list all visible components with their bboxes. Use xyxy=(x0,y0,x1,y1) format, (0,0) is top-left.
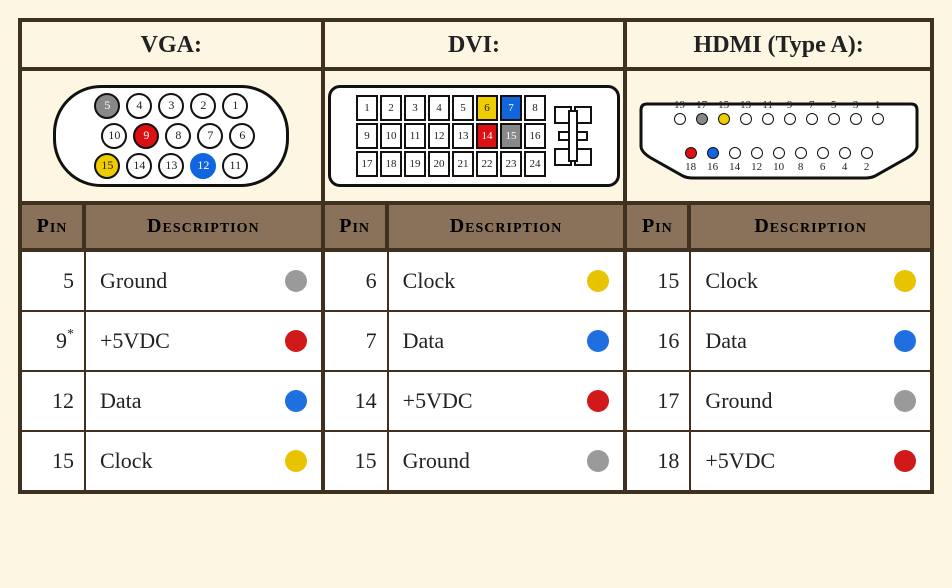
table-row: 16Data xyxy=(627,312,930,372)
color-dot-icon xyxy=(894,270,916,292)
color-dot-icon xyxy=(894,390,916,412)
hdmi-block: HDMI (Type A): 191715131197531 181614121… xyxy=(627,22,930,490)
dvi-ground-blade-icon xyxy=(554,106,592,166)
color-dot-icon xyxy=(587,270,609,292)
pin-description: Data xyxy=(691,312,930,370)
pin-description: +5VDC xyxy=(86,312,321,370)
color-dot-icon xyxy=(285,330,307,352)
dvi-diagram: 123456789101112131415161718192021222324 xyxy=(325,71,624,205)
table-row: 14+5VDC xyxy=(325,372,624,432)
pin-number: 14 xyxy=(325,372,389,430)
table-row: 15Ground xyxy=(325,432,624,490)
hdmi-title: HDMI (Type A): xyxy=(627,22,930,71)
pin-number: 9* xyxy=(22,312,86,370)
pin-description: +5VDC xyxy=(691,432,930,490)
table-row: 18+5VDC xyxy=(627,432,930,490)
pin-number: 15 xyxy=(627,252,691,310)
dvi-title: DVI: xyxy=(325,22,624,71)
color-dot-icon xyxy=(285,390,307,412)
color-dot-icon xyxy=(894,330,916,352)
vga-header: Pin Description xyxy=(22,205,321,252)
table-row: 5Ground xyxy=(22,252,321,312)
vga-connector-icon: 54321 109876 1514131211 xyxy=(53,85,289,187)
pin-header: Pin xyxy=(627,205,691,248)
vga-rows: 5Ground9*+5VDC12Data15Clock xyxy=(22,252,321,490)
dvi-connector-icon: 123456789101112131415161718192021222324 xyxy=(328,85,620,187)
pin-number: 7 xyxy=(325,312,389,370)
color-dot-icon xyxy=(587,330,609,352)
pin-number: 12 xyxy=(22,372,86,430)
color-dot-icon xyxy=(587,390,609,412)
table-row: 6Clock xyxy=(325,252,624,312)
hdmi-header: Pin Description xyxy=(627,205,930,252)
dvi-header: Pin Description xyxy=(325,205,624,252)
table-row: 17Ground xyxy=(627,372,930,432)
table-row: 15Clock xyxy=(22,432,321,490)
table-row: 7Data xyxy=(325,312,624,372)
hdmi-diagram: 191715131197531 18161412108642 xyxy=(627,71,930,205)
pin-number: 15 xyxy=(325,432,389,490)
vga-block: VGA: 54321 109876 1514131211 Pin Descrip… xyxy=(22,22,325,490)
color-dot-icon xyxy=(894,450,916,472)
pin-description: Data xyxy=(389,312,624,370)
pin-number: 5 xyxy=(22,252,86,310)
pin-number: 18 xyxy=(627,432,691,490)
vga-diagram: 54321 109876 1514131211 xyxy=(22,71,321,205)
pin-number: 15 xyxy=(22,432,86,490)
pinout-comparison-table: VGA: 54321 109876 1514131211 Pin Descrip… xyxy=(18,18,934,494)
color-dot-icon xyxy=(587,450,609,472)
hdmi-connector-icon: 191715131197531 18161412108642 xyxy=(639,86,919,186)
description-header: Description xyxy=(86,205,321,248)
pin-header: Pin xyxy=(22,205,86,248)
color-dot-icon xyxy=(285,450,307,472)
dvi-rows: 6Clock7Data14+5VDC15Ground xyxy=(325,252,624,490)
pin-number: 17 xyxy=(627,372,691,430)
hdmi-rows: 15Clock16Data17Ground18+5VDC xyxy=(627,252,930,490)
pin-description: Clock xyxy=(86,432,321,490)
dvi-block: DVI: 12345678910111213141516171819202122… xyxy=(325,22,628,490)
pin-description: Ground xyxy=(86,252,321,310)
description-header: Description xyxy=(389,205,624,248)
pin-description: Ground xyxy=(389,432,624,490)
table-row: 12Data xyxy=(22,372,321,432)
pin-header: Pin xyxy=(325,205,389,248)
table-row: 15Clock xyxy=(627,252,930,312)
pin-number: 16 xyxy=(627,312,691,370)
pin-description: +5VDC xyxy=(389,372,624,430)
pin-description: Clock xyxy=(691,252,930,310)
pin-description: Clock xyxy=(389,252,624,310)
pin-description: Data xyxy=(86,372,321,430)
pin-number: 6 xyxy=(325,252,389,310)
vga-title: VGA: xyxy=(22,22,321,71)
pin-description: Ground xyxy=(691,372,930,430)
color-dot-icon xyxy=(285,270,307,292)
table-row: 9*+5VDC xyxy=(22,312,321,372)
description-header: Description xyxy=(691,205,930,248)
